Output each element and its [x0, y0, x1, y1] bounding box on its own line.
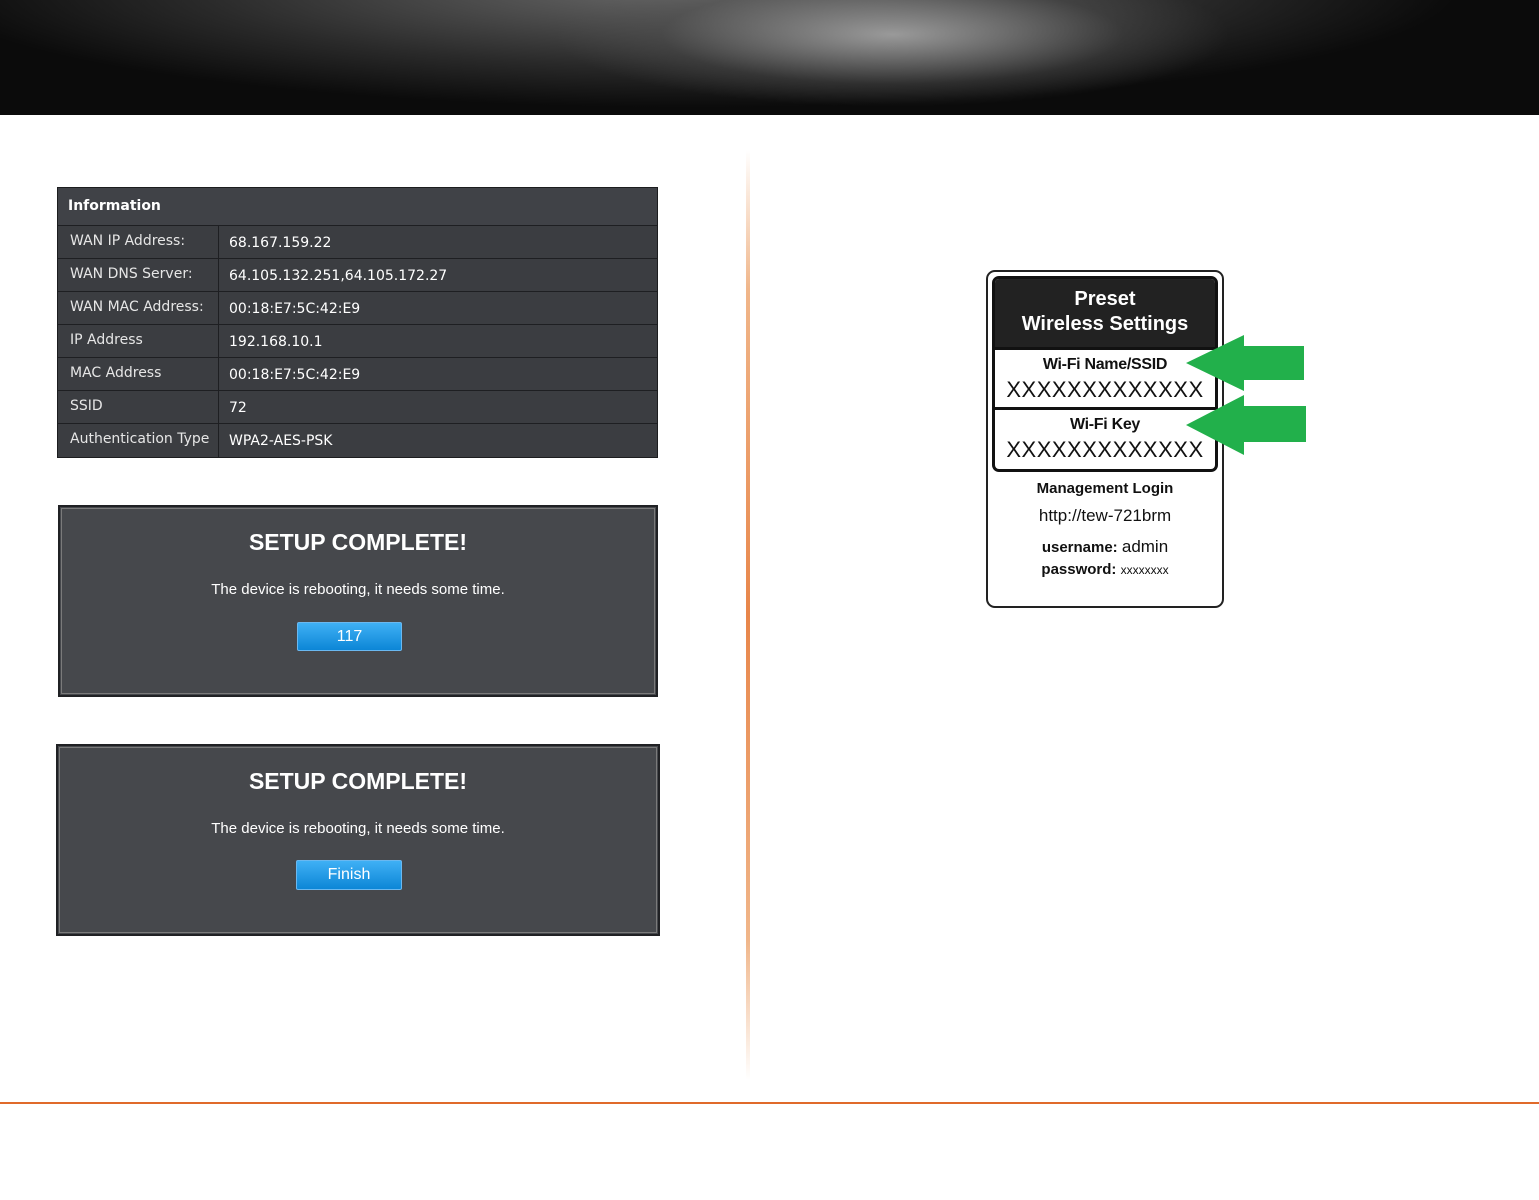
- setup-complete-panel-finish: SETUP COMPLETE! The device is rebooting,…: [56, 744, 660, 936]
- row-value: 00:18:E7:5C:42:E9: [229, 367, 361, 383]
- row-label: IP Address: [58, 325, 219, 357]
- row-value: 192.168.10.1: [229, 334, 323, 350]
- finish-button[interactable]: Finish: [296, 860, 402, 890]
- password-value: xxxxxxxx: [1120, 563, 1169, 577]
- panel-title: SETUP COMPLETE!: [248, 529, 468, 555]
- username-value: admin: [1121, 537, 1169, 556]
- label-inner-box: Preset Wireless Settings Wi-Fi Name/SSID…: [992, 276, 1218, 472]
- vertical-divider: [746, 150, 750, 1080]
- table-row: WAN DNS Server: 64.105.132.251,64.105.17…: [58, 259, 657, 292]
- table-row: SSID 72: [58, 391, 657, 424]
- row-label: SSID: [58, 391, 219, 423]
- label-title-line1: Preset: [1074, 288, 1136, 310]
- password-label: password:: [1041, 561, 1117, 578]
- row-value: WPA2-AES-PSK: [229, 433, 333, 449]
- row-value: 68.167.159.22: [229, 235, 332, 251]
- panel-title: SETUP COMPLETE!: [248, 768, 468, 794]
- ssid-title: Wi-Fi Name/SSID: [1042, 356, 1168, 373]
- panel-message: The device is rebooting, it needs some t…: [211, 581, 505, 598]
- key-title: Wi-Fi Key: [1069, 416, 1141, 433]
- setup-complete-panel-countdown: SETUP COMPLETE! The device is rebooting,…: [58, 505, 658, 697]
- table-row: WAN MAC Address: 00:18:E7:5C:42:E9: [58, 292, 657, 325]
- row-label: WAN DNS Server:: [58, 259, 219, 291]
- table-row: MAC Address 00:18:E7:5C:42:E9: [58, 358, 657, 391]
- label-header: Preset Wireless Settings: [995, 279, 1215, 347]
- username-line: username: admin: [988, 536, 1222, 559]
- mgmt-title: Management Login: [1036, 480, 1174, 497]
- mgmt-url: http://tew-721brm: [1038, 506, 1172, 525]
- row-value: 64.105.132.251,64.105.172.27: [229, 268, 448, 284]
- table-row: IP Address 192.168.10.1: [58, 325, 657, 358]
- management-login: Management Login http://tew-721brm usern…: [988, 480, 1222, 581]
- row-label: Authentication Type: [58, 424, 219, 457]
- table-row: WAN IP Address: 68.167.159.22: [58, 226, 657, 259]
- arrow-left-icon: [1186, 395, 1306, 455]
- row-value: 72: [229, 400, 247, 416]
- ssid-value: XXXXXXXXXXXXX: [1006, 377, 1204, 402]
- header-banner: [0, 0, 1539, 115]
- countdown-button[interactable]: 117: [297, 622, 402, 651]
- row-label: WAN IP Address:: [58, 226, 219, 258]
- username-label: username:: [1041, 539, 1118, 556]
- table-row: Authentication Type WPA2-AES-PSK: [58, 424, 657, 457]
- information-table-header: Information: [58, 188, 657, 226]
- key-value: XXXXXXXXXXXXX: [1006, 437, 1204, 462]
- mgmt-credentials: username: admin password: xxxxxxxx: [988, 536, 1222, 581]
- password-line: password: xxxxxxxx: [988, 559, 1222, 581]
- panel-message: The device is rebooting, it needs some t…: [211, 820, 505, 837]
- footer-rule: [0, 1102, 1539, 1104]
- row-label: MAC Address: [58, 358, 219, 390]
- label-title-line2: Wireless Settings: [1021, 313, 1189, 335]
- arrow-left-icon: [1186, 335, 1304, 391]
- key-section: Wi-Fi Key XXXXXXXXXXXXX: [995, 407, 1215, 467]
- row-label: WAN MAC Address:: [58, 292, 219, 324]
- row-value: 00:18:E7:5C:42:E9: [229, 301, 361, 317]
- information-table: Information WAN IP Address: 68.167.159.2…: [57, 187, 658, 458]
- ssid-section: Wi-Fi Name/SSID XXXXXXXXXXXXX: [995, 347, 1215, 407]
